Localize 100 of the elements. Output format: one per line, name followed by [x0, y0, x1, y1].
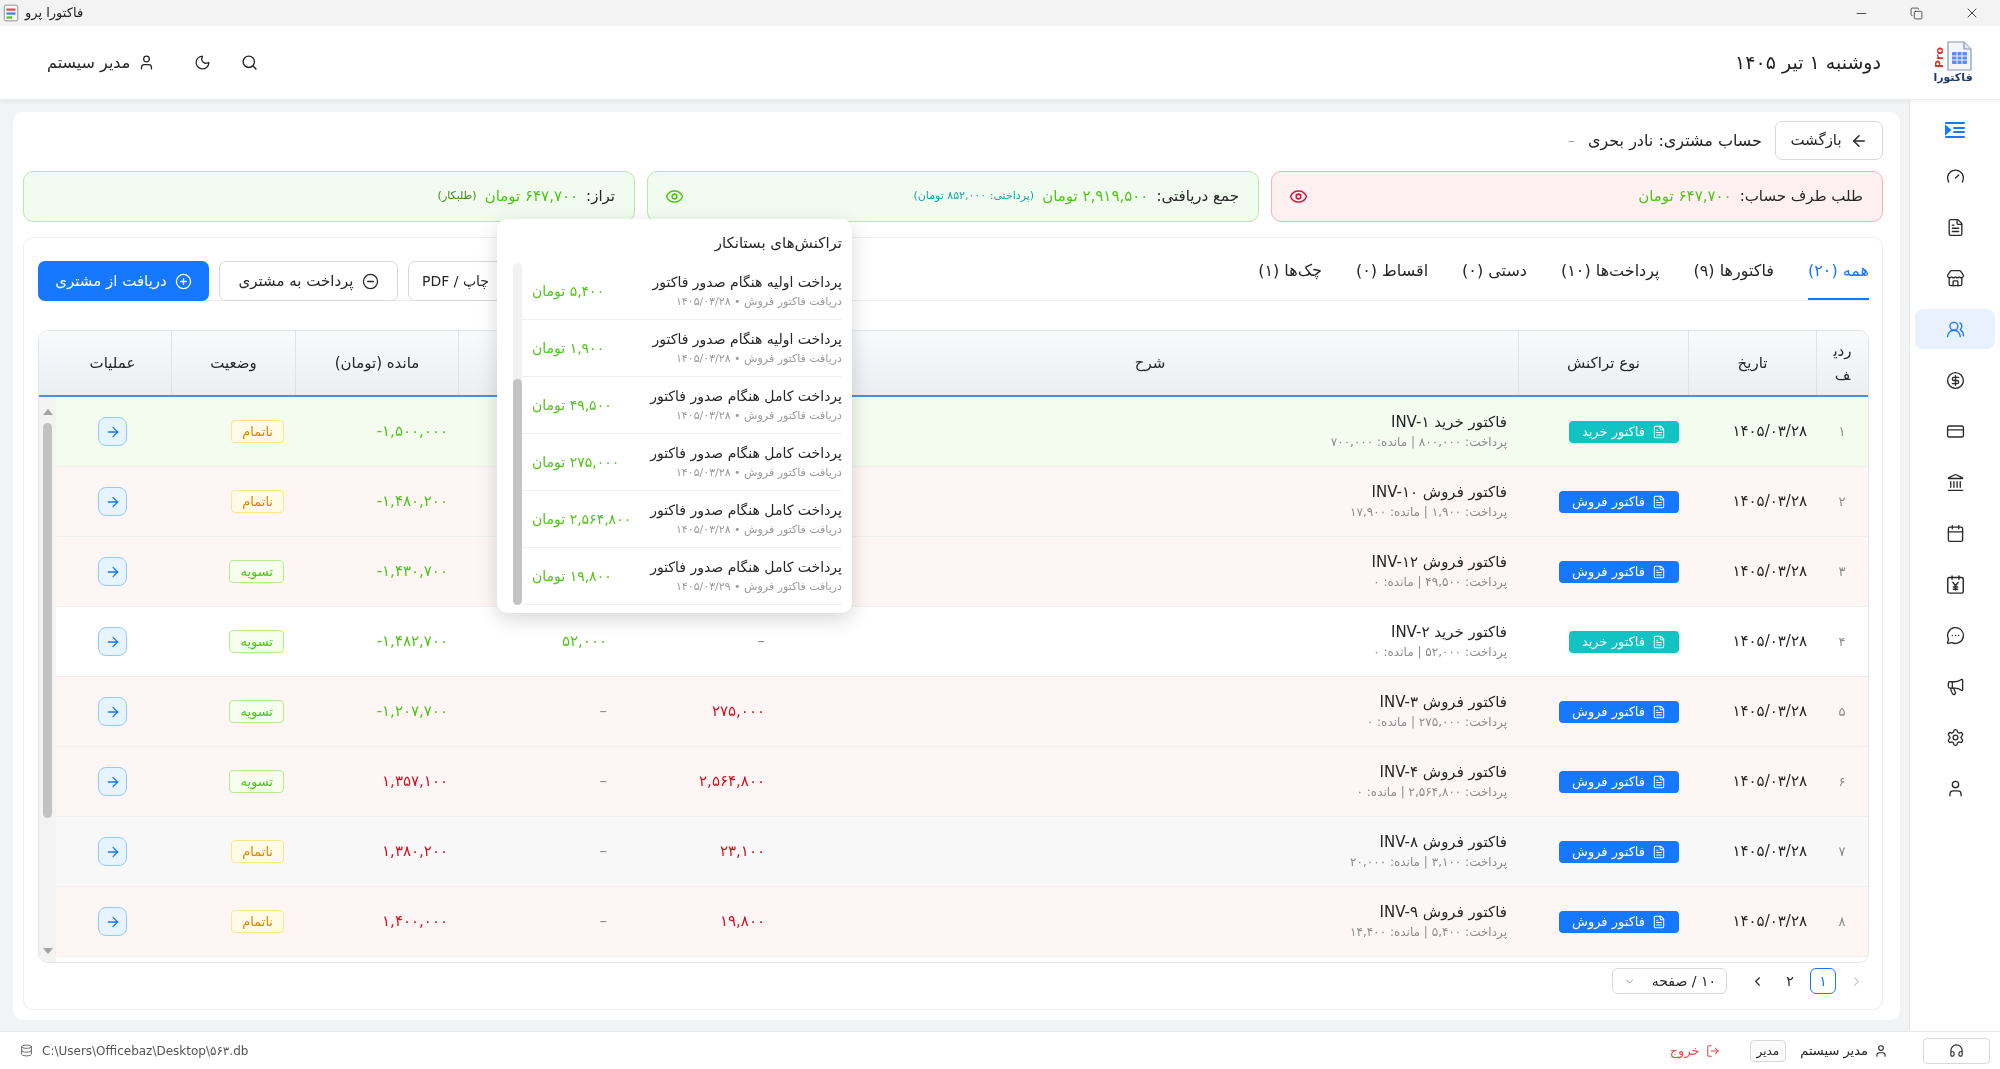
- balance-amount: ۱,۳۵۷,۱۰۰: [382, 771, 448, 793]
- account-title: حساب مشتری: نادر بحری: [1587, 129, 1762, 153]
- account-detail: –: [1567, 131, 1575, 150]
- document-icon: [1652, 704, 1666, 719]
- page-button[interactable]: ۱: [1810, 968, 1836, 994]
- transaction-date: ۱۴۰۵/۰۳/۲۸: [1732, 911, 1807, 933]
- payment-summary: پرداخت: ۵۲,۰۰۰ | مانده: ۰: [1373, 645, 1507, 660]
- invoice-title: فاکتور فروش INV-۴: [1379, 763, 1507, 781]
- open-button[interactable]: [98, 557, 127, 586]
- payment-summary: پرداخت: ۸۰۰,۰۰۰ | مانده: ۷۰۰,۰۰۰: [1330, 435, 1507, 450]
- document-icon: [1652, 634, 1666, 649]
- user-menu[interactable]: مدیر سیستم: [47, 50, 156, 75]
- type-label: فاکتور فروش: [1572, 495, 1645, 508]
- dollar-icon: [1945, 370, 1965, 390]
- megaphone-icon: [1945, 676, 1965, 696]
- vertical-scrollbar[interactable]: [39, 397, 56, 962]
- tab[interactable]: چک‌ها (۱): [1258, 238, 1322, 300]
- empty-value: –: [599, 771, 607, 793]
- summary-label: تراز:: [586, 186, 615, 208]
- logout-button[interactable]: خروج: [1669, 1040, 1720, 1061]
- amount-value: ۲۷۵,۰۰۰: [711, 701, 765, 723]
- row-number: ۸: [1838, 912, 1846, 931]
- balance-amount: -۱,۴۸۰,۲۰۰: [376, 491, 448, 513]
- open-button[interactable]: [98, 697, 127, 726]
- tab[interactable]: همه (۲۰): [1807, 238, 1869, 300]
- transaction-meta: دریافت فاکتور فروش • ۱۴۰۵/۰۳/۲۸: [675, 465, 842, 480]
- open-button[interactable]: [98, 627, 127, 656]
- headset-icon: [1949, 1043, 1964, 1058]
- column-header: شرح: [1134, 352, 1166, 374]
- receive-button[interactable]: دریافت از مشتری: [38, 261, 209, 301]
- transaction-title: پرداخت اولیه هنگام صدور فاکتور: [652, 273, 842, 291]
- vertical-scrollbar[interactable]: [513, 263, 522, 605]
- pay-button[interactable]: پرداخت به مشتری: [219, 261, 398, 301]
- plus-circle-icon: [174, 272, 192, 290]
- calendar-currency-icon: [1945, 574, 1965, 594]
- open-button[interactable]: [98, 907, 127, 936]
- summary-amount: ۶۴۷,۷۰۰ تومان: [1638, 186, 1732, 208]
- balance-amount: -۱,۵۰۰,۰۰۰: [376, 421, 448, 443]
- document-icon: [1652, 774, 1666, 789]
- tab[interactable]: اقساط (۰): [1355, 238, 1429, 300]
- page-size-select[interactable]: ۱۰ / صفحه: [1612, 968, 1727, 994]
- balance-amount: ۱,۳۸۰,۲۰۰: [382, 841, 448, 863]
- support-button[interactable]: [1923, 1037, 1990, 1064]
- calendar-icon: [1945, 523, 1965, 543]
- transaction-meta: دریافت فاکتور فروش • ۱۴۰۵/۰۳/۲۸: [675, 294, 842, 309]
- transaction-date: ۱۴۰۵/۰۳/۲۸: [1732, 771, 1807, 793]
- tab[interactable]: فاکتورها (۹): [1693, 238, 1774, 300]
- tab[interactable]: دستی (۰): [1462, 238, 1527, 300]
- bank-icon: [1945, 472, 1965, 492]
- row-number: ۶: [1838, 772, 1846, 791]
- eye-icon[interactable]: [1289, 187, 1308, 206]
- invoice-title: فاکتور فروش INV-۹: [1379, 903, 1507, 921]
- row-number: ۱: [1838, 422, 1846, 441]
- user-icon: [1874, 1043, 1888, 1058]
- balance-amount: -۱,۲۰۷,۷۰۰: [376, 701, 448, 723]
- invoice-title: فاکتور خرید INV-۲: [1390, 623, 1507, 641]
- window-title: فاکتورا پرو: [25, 4, 84, 23]
- transaction-date: ۱۴۰۵/۰۳/۲۸: [1732, 701, 1807, 723]
- eye-icon[interactable]: [665, 187, 684, 206]
- status-tag: ناتمام: [231, 420, 284, 443]
- column-header: مانده (تومان): [334, 352, 420, 374]
- balance-amount: -۱,۴۳۰,۷۰۰: [376, 561, 448, 583]
- scroll-down-icon[interactable]: [42, 948, 53, 954]
- page-button[interactable]: ۲: [1777, 968, 1803, 994]
- row-number: ۴: [1838, 632, 1846, 651]
- scroll-up-icon[interactable]: [42, 409, 53, 415]
- search-icon[interactable]: [241, 54, 259, 71]
- transaction-meta: دریافت فاکتور فروش • ۱۴۰۵/۰۳/۲۸: [675, 522, 842, 537]
- status-tag: تسویه: [229, 700, 284, 723]
- status-tag: تسویه: [229, 630, 284, 653]
- empty-value: –: [599, 701, 607, 723]
- column-header: عملیات: [89, 352, 136, 374]
- type-label: فاکتور فروش: [1572, 775, 1645, 788]
- empty-value: –: [599, 911, 607, 933]
- back-button[interactable]: بازگشت: [1775, 121, 1883, 160]
- logo-text: فاکتورا: [1933, 71, 1973, 84]
- transaction-title: پرداخت اولیه هنگام صدور فاکتور: [652, 330, 842, 348]
- invoice-title: فاکتور خرید INV-۱: [1390, 413, 1507, 431]
- transaction-title: پرداخت کامل هنگام صدور فاکتور: [650, 444, 842, 462]
- moon-icon[interactable]: [194, 54, 212, 71]
- tab[interactable]: پرداخت‌ها (۱۰): [1561, 238, 1660, 300]
- transaction-meta: دریافت فاکتور فروش • ۱۴۰۵/۰۳/۲۸: [675, 351, 842, 366]
- open-button[interactable]: [98, 417, 127, 446]
- amount-value: ۲۳,۱۰۰: [719, 841, 765, 863]
- type-label: فاکتور فروش: [1572, 845, 1645, 858]
- invoice-title: فاکتور فروش INV-۱۲: [1371, 553, 1507, 571]
- summary-label: جمع دریافتی:: [1156, 186, 1239, 208]
- restore-icon[interactable]: [1910, 6, 1923, 20]
- file-path: C:\Users\Officebaz\Desktop\۵۶۳.db: [42, 1042, 249, 1060]
- menu-icon[interactable]: [1945, 121, 1965, 139]
- open-button[interactable]: [98, 487, 127, 516]
- column-header: ردیف: [1832, 341, 1853, 386]
- payment-summary: پرداخت: ۲۷۵,۰۰۰ | مانده: ۰: [1366, 715, 1507, 730]
- open-button[interactable]: [98, 837, 127, 866]
- open-button[interactable]: [98, 767, 127, 796]
- payment-summary: پرداخت: ۲,۵۶۴,۸۰۰ | مانده: ۰: [1356, 785, 1507, 800]
- type-label: فاکتور خرید: [1581, 425, 1645, 438]
- transaction-title: پرداخت کامل هنگام صدور فاکتور: [650, 387, 842, 405]
- column-header: نوع تراکنش: [1566, 352, 1641, 374]
- transaction-date: ۱۴۰۵/۰۳/۲۸: [1732, 421, 1807, 443]
